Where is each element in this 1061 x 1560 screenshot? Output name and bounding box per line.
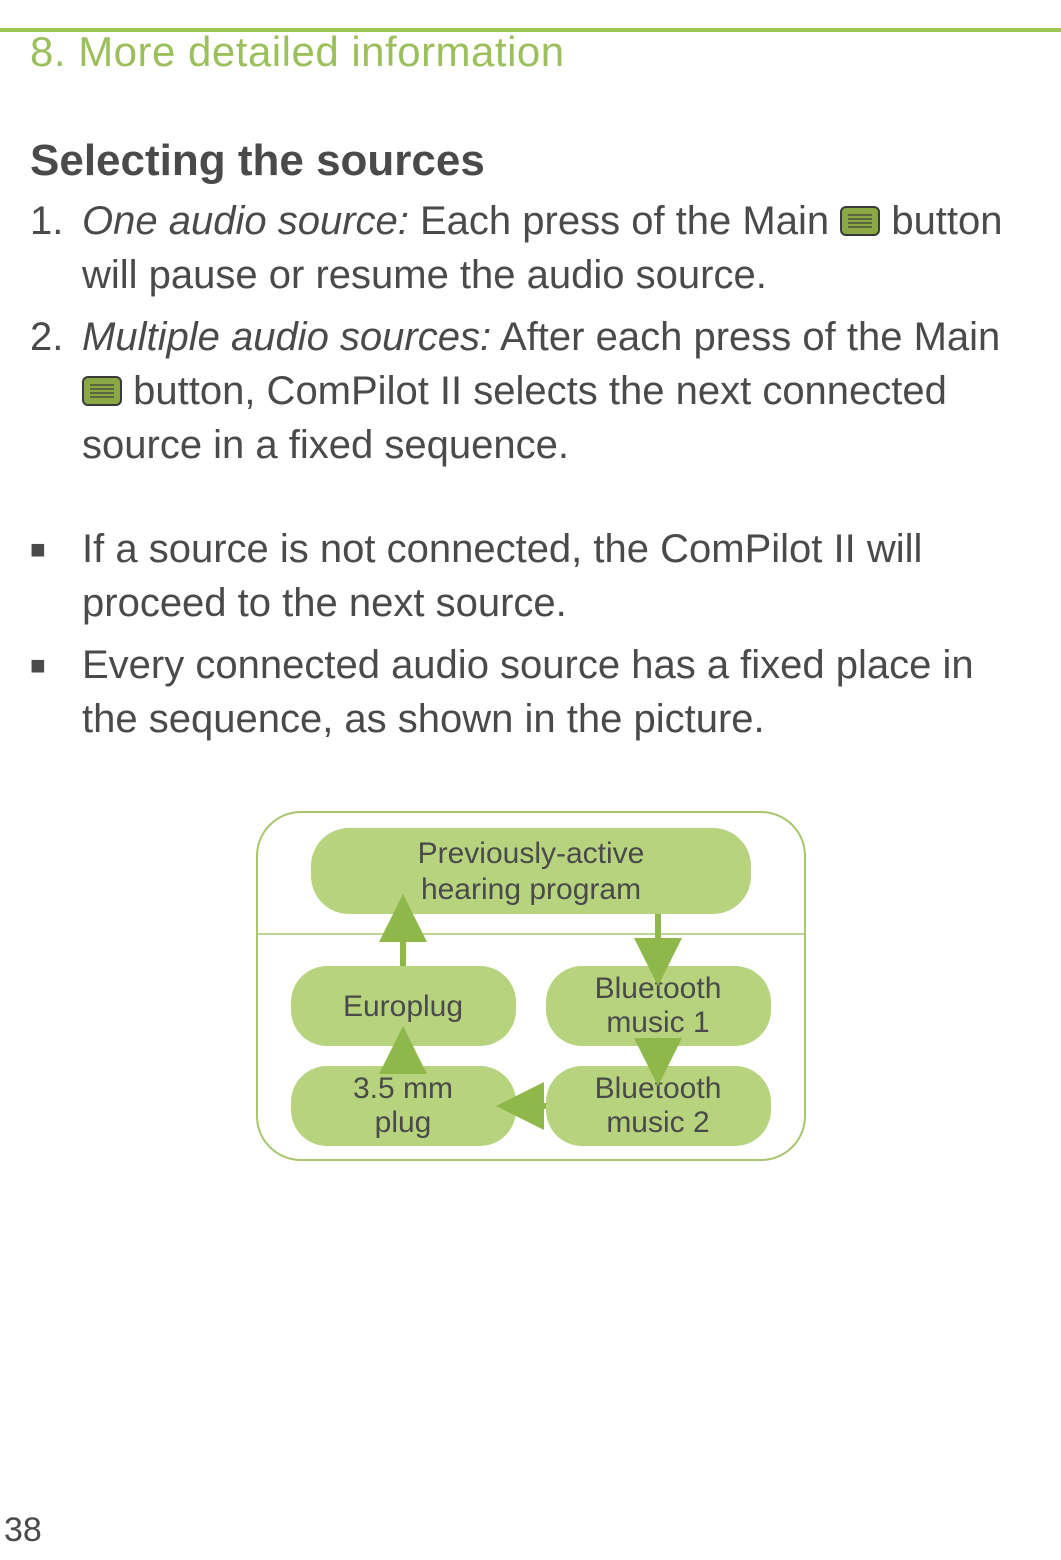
page-number: 38 (4, 1511, 42, 1550)
list-item: ■ If a source is not connected, the ComP… (30, 522, 1031, 630)
bullet-icon: ■ (30, 638, 82, 746)
main-button-icon (82, 376, 122, 406)
list-body: Every connected audio source has a fixed… (82, 638, 1031, 746)
diagram-top-line2: hearing program (420, 873, 640, 906)
bullet-list: ■ If a source is not connected, the ComP… (30, 522, 1031, 746)
diagram-plug-line2: plug (374, 1106, 431, 1139)
list-body: Multiple audio sources: After each press… (82, 310, 1031, 472)
list-item: 1. One audio source: Each press of the M… (30, 194, 1031, 302)
list-item: 2. Multiple audio sources: After each pr… (30, 310, 1031, 472)
diagram-bt2-line2: music 2 (606, 1106, 709, 1139)
diagram-bt2-line1: Bluetooth (594, 1072, 721, 1105)
list-body: If a source is not connected, the ComPil… (82, 522, 1031, 630)
diagram-top-line1: Previously-active (417, 837, 644, 870)
section-title: Selecting the sources (30, 136, 1031, 186)
list-number: 1. (30, 194, 82, 302)
diagram-bt1-line1: Bluetooth (594, 972, 721, 1005)
list-item: ■ Every connected audio source has a fix… (30, 638, 1031, 746)
list-number: 2. (30, 310, 82, 472)
text-part: button, ComPilot II selects the next con… (82, 369, 947, 467)
list-body: One audio source: Each press of the Main… (82, 194, 1031, 302)
diagram-bt1-line2: music 1 (606, 1006, 709, 1039)
text-part: After each press of the Main (491, 315, 1000, 359)
chapter-heading: 8. More detailed information (30, 28, 1031, 76)
diagram-europlug: Europlug (342, 990, 462, 1023)
sequence-diagram: Previously-active hearing program Europl… (251, 806, 811, 1166)
main-button-icon (840, 206, 880, 236)
diagram-plug-line1: 3.5 mm (352, 1072, 452, 1105)
diagram-container: Previously-active hearing program Europl… (30, 806, 1031, 1166)
text-part: Each press of the Main (409, 199, 840, 243)
lead-text: One audio source: (82, 199, 409, 243)
bullet-icon: ■ (30, 522, 82, 630)
lead-text: Multiple audio sources: (82, 315, 491, 359)
ordered-list: 1. One audio source: Each press of the M… (30, 194, 1031, 472)
top-accent-border (0, 28, 1061, 32)
